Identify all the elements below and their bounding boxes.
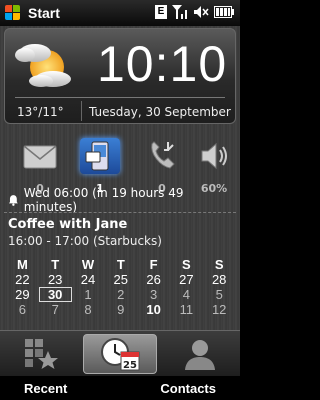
calendar-day[interactable]: 11 (170, 302, 203, 317)
status-bar: Start E (0, 0, 240, 26)
sms-icon (80, 138, 120, 174)
calendar-day[interactable]: 29 (6, 287, 39, 302)
tab-favorites[interactable] (4, 334, 78, 374)
calendar-day[interactable]: 12 (203, 302, 236, 317)
calendar-day[interactable]: 1 (72, 287, 105, 302)
temperature: 13°/11° (17, 105, 64, 119)
date-label: Tuesday, 30 September (89, 105, 231, 119)
partly-cloudy-icon (15, 44, 71, 87)
calendar-day[interactable]: 8 (72, 302, 105, 317)
divider (4, 212, 236, 213)
email-icon (23, 145, 57, 169)
grid-star-icon (25, 339, 58, 369)
calendar-week: 22 23 24 25 26 27 28 (6, 272, 236, 287)
signal-icon (172, 5, 187, 19)
weekday-label: F (149, 257, 158, 272)
weekday-label: T (51, 257, 60, 272)
battery-icon (214, 6, 234, 18)
calendar-grid[interactable]: M T W T F S S 22 23 24 25 26 27 28 29 30… (6, 257, 236, 317)
alarm-row[interactable]: Wed 06:00 (in 19 hours 49 minutes) (8, 186, 236, 214)
start-button[interactable]: Start (28, 5, 60, 21)
calendar-day[interactable]: 3 (137, 287, 170, 302)
tab-strip: 25 (0, 330, 240, 376)
calendar-day[interactable]: 7 (39, 302, 72, 317)
calendar-day[interactable]: 9 (104, 302, 137, 317)
weekday-label: W (81, 257, 95, 272)
clock-time: 10:10 (97, 36, 228, 92)
calendar-day[interactable]: 5 (203, 287, 236, 302)
calendar-day[interactable]: 26 (137, 272, 170, 287)
calendar-day[interactable]: 2 (104, 287, 137, 302)
weekday-header: M T W T F S S (6, 257, 236, 272)
calendar-day[interactable]: 6 (6, 302, 39, 317)
bell-icon (8, 195, 18, 206)
softkey-bar: Recent Contacts (0, 376, 240, 400)
tab-people[interactable] (162, 334, 236, 374)
calendar-day[interactable]: 4 (170, 287, 203, 302)
clock-calendar-icon: 25 (101, 338, 140, 371)
divider (15, 97, 225, 98)
weekday-label: S (214, 257, 224, 272)
person-icon (185, 340, 215, 370)
svg-text:25: 25 (123, 360, 137, 371)
system-tray[interactable]: E (155, 5, 234, 19)
home-screen: 10:10 13°/11° Tuesday, 30 September 0 1 (0, 26, 240, 376)
calendar-day[interactable]: 27 (170, 272, 203, 287)
weekday-label: M (16, 257, 28, 272)
calendar-day[interactable]: 24 (72, 272, 105, 287)
calendar-day-today[interactable]: 30 (38, 287, 72, 302)
weekday-label: S (182, 257, 191, 272)
network-badge-icon: E (155, 5, 167, 19)
weekday-label: T (116, 257, 125, 272)
alarm-text: Wed 06:00 (in 19 hours 49 minutes) (23, 186, 184, 214)
calendar-day[interactable]: 23 (39, 272, 72, 287)
divider (81, 101, 82, 121)
volume-icon (194, 6, 209, 18)
calendar-day[interactable]: 10 (137, 302, 170, 317)
appointment-title[interactable]: Coffee with Jane (8, 217, 127, 232)
calendar-week: 6 7 8 9 10 11 12 (6, 302, 236, 317)
clock-weather-panel[interactable]: 10:10 13°/11° Tuesday, 30 September (4, 28, 236, 124)
contacts-softkey[interactable]: Contacts (160, 381, 216, 396)
windows-logo-icon[interactable] (4, 4, 22, 22)
calendar-day[interactable]: 28 (203, 272, 236, 287)
speaker-icon (201, 142, 227, 170)
tab-home[interactable]: 25 (83, 334, 157, 374)
recent-softkey[interactable]: Recent (24, 381, 67, 396)
calendar-day[interactable]: 22 (6, 272, 39, 287)
calendar-day[interactable]: 25 (104, 272, 137, 287)
calendar-week: 29 30 1 2 3 4 5 (6, 287, 236, 302)
appointment-time: 16:00 - 17:00 (Starbucks) (8, 234, 162, 248)
phone-icon (151, 141, 175, 169)
